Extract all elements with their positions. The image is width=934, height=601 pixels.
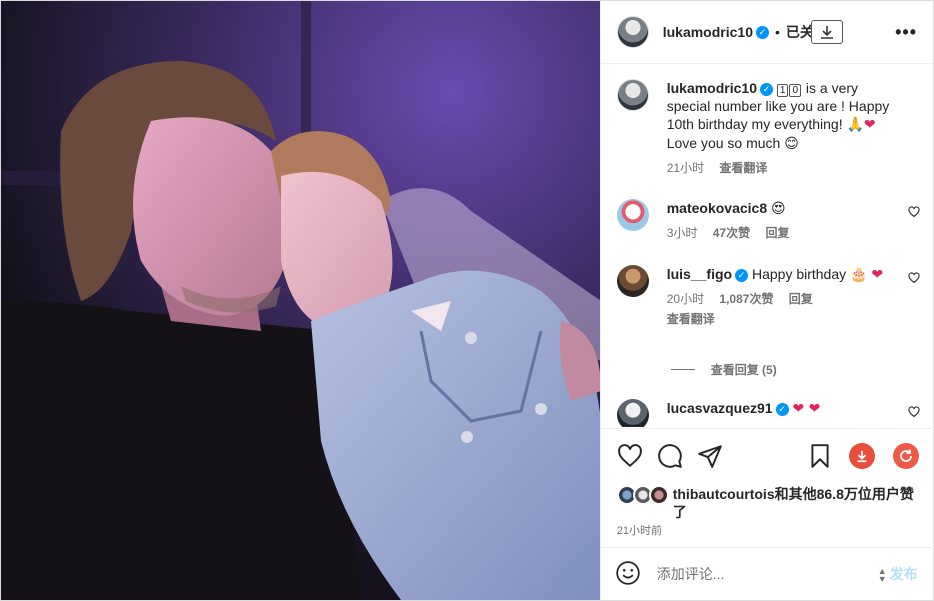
likes-text: thibautcourtois和其他86.8万位用户赞了 xyxy=(672,486,914,520)
comments-list: lukamodric10 ✓ 10 is a very special numbe… xyxy=(601,65,934,427)
comment-text: 😍 xyxy=(771,201,786,217)
commenter-username[interactable]: mateokovacic8 xyxy=(667,200,767,216)
author-username[interactable]: lukamodric10 xyxy=(663,24,753,40)
comment-text: Happy birthday xyxy=(751,266,851,282)
comment-likes[interactable]: 47次赞 xyxy=(713,226,750,240)
caption-username[interactable]: lukamodric10 xyxy=(667,80,757,96)
comment-item: mateokovacic8 😍 3小时 47次赞 回复 xyxy=(616,199,920,242)
see-translation-link[interactable]: 查看翻译 xyxy=(667,312,715,326)
commenter-username[interactable]: lucasvazquez91 xyxy=(667,400,773,416)
post-timestamp: 21小时前 xyxy=(616,525,662,537)
reply-button[interactable]: 回复 xyxy=(789,292,813,306)
cake-emoji: 🎂 xyxy=(850,267,868,283)
post-dialog: lukamodric10 ✓ • 已关注 ••• lukamodric10 ✓ 1… xyxy=(0,0,934,601)
comment-time: 3小时 xyxy=(666,226,698,240)
download-icon[interactable] xyxy=(810,20,843,44)
comment-composer: 添加评论... ▲ ▼ 发布 xyxy=(600,547,934,600)
like-comment-icon[interactable] xyxy=(908,271,920,287)
emoji-icon[interactable] xyxy=(615,560,641,589)
verified-icon: ✓ xyxy=(735,268,749,282)
comment-time: 20小时 xyxy=(666,292,705,306)
replies-divider xyxy=(670,369,695,370)
liker-avatars xyxy=(616,485,673,505)
view-replies-button[interactable]: 查看回复 (5) xyxy=(670,361,777,378)
like-comment-icon[interactable] xyxy=(908,205,920,221)
caption-avatar[interactable] xyxy=(616,79,649,111)
download-media-icon[interactable] xyxy=(848,443,875,469)
like-comment-icon[interactable] xyxy=(908,405,920,421)
likes-summary[interactable]: thibautcourtois和其他86.8万位用户赞了 xyxy=(616,485,918,521)
verified-icon: ✓ xyxy=(775,402,789,416)
comment-icon[interactable] xyxy=(657,443,683,469)
verified-icon: ✓ xyxy=(759,82,773,96)
photo-illustration xyxy=(1,1,600,600)
post-button-label: 发布 xyxy=(889,566,918,582)
smile-emoji: 😊 xyxy=(784,136,799,152)
save-icon[interactable] xyxy=(807,443,833,469)
comment-item: luis__figo ✓ Happy birthday 🎂 ❤ 20小时 1,08… xyxy=(616,265,920,328)
post-photo[interactable] xyxy=(1,1,600,600)
comment-input[interactable]: 添加评论... xyxy=(657,564,725,584)
commenter-avatar[interactable] xyxy=(616,399,649,427)
verified-icon: ✓ xyxy=(755,25,769,39)
commenter-avatar[interactable] xyxy=(616,265,649,297)
comment-text: ❤ ❤ xyxy=(792,401,821,417)
more-options-icon[interactable]: ••• xyxy=(895,23,917,41)
post-comment-button[interactable]: ▲ ▼ 发布 xyxy=(878,564,918,584)
heart-emoji: ❤ xyxy=(871,267,884,283)
action-bar xyxy=(600,428,934,484)
comment-item: lucasvazquez91 ✓ ❤ ❤ xyxy=(616,399,920,427)
like-icon[interactable] xyxy=(617,443,643,469)
author-avatar[interactable] xyxy=(616,16,649,48)
caption-text-end: Love you so much xyxy=(666,135,785,151)
refresh-icon[interactable] xyxy=(892,443,919,469)
caption-time: 21小时 xyxy=(666,161,705,175)
header-separator: • xyxy=(774,24,780,40)
view-replies-label: 查看回复 (5) xyxy=(710,363,777,377)
reply-button[interactable]: 回复 xyxy=(765,226,789,240)
heart-emoji: ❤ xyxy=(863,117,876,133)
keycap-zero: 0 xyxy=(789,84,801,97)
caption: lukamodric10 ✓ 10 is a very special numbe… xyxy=(616,79,920,177)
sort-icon: ▲ ▼ xyxy=(877,566,887,585)
keycap-one: 1 xyxy=(776,84,789,97)
post-header: lukamodric10 ✓ • 已关注 ••• xyxy=(600,1,933,64)
commenter-avatar[interactable] xyxy=(616,199,649,231)
pray-emoji: 🙏 xyxy=(846,117,864,133)
commenter-username[interactable]: luis__figo xyxy=(667,266,732,282)
see-translation-link[interactable]: 查看翻译 xyxy=(719,161,767,175)
comment-likes[interactable]: 1,087次赞 xyxy=(719,292,773,306)
share-icon[interactable] xyxy=(697,443,723,469)
post-sidebar: lukamodric10 ✓ • 已关注 ••• lukamodric10 ✓ 1… xyxy=(599,1,934,600)
